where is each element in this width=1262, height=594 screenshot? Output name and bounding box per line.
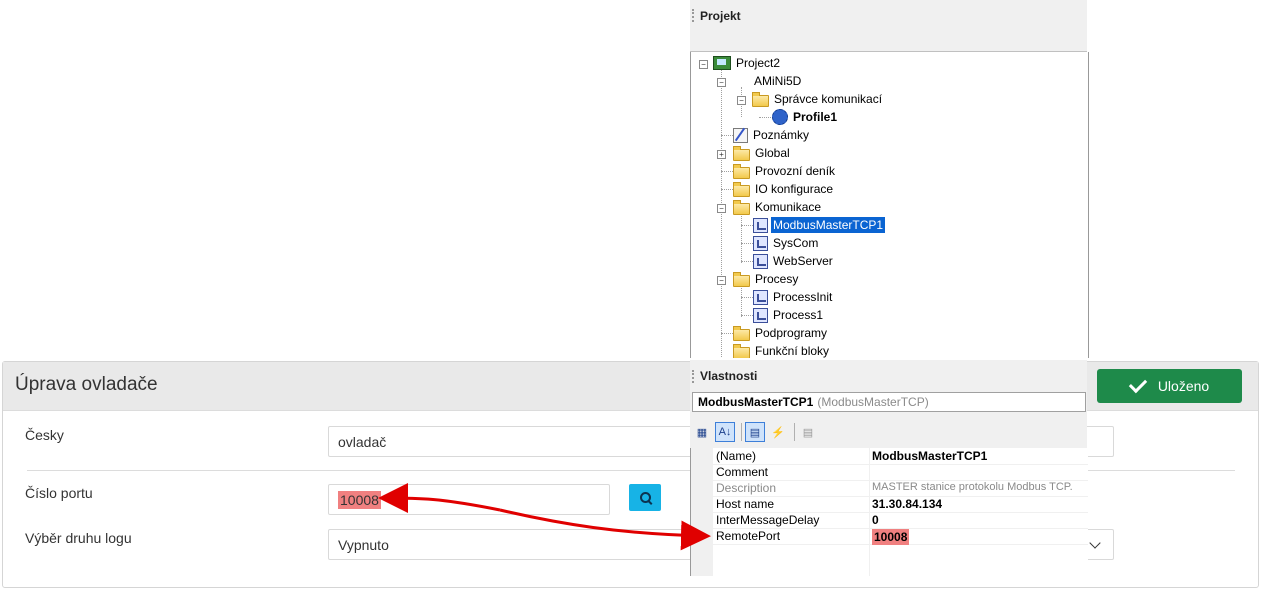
arrow-to-remote-port <box>499 508 711 551</box>
annotation-arrow <box>378 483 711 551</box>
arrow-to-form-port <box>378 483 501 514</box>
